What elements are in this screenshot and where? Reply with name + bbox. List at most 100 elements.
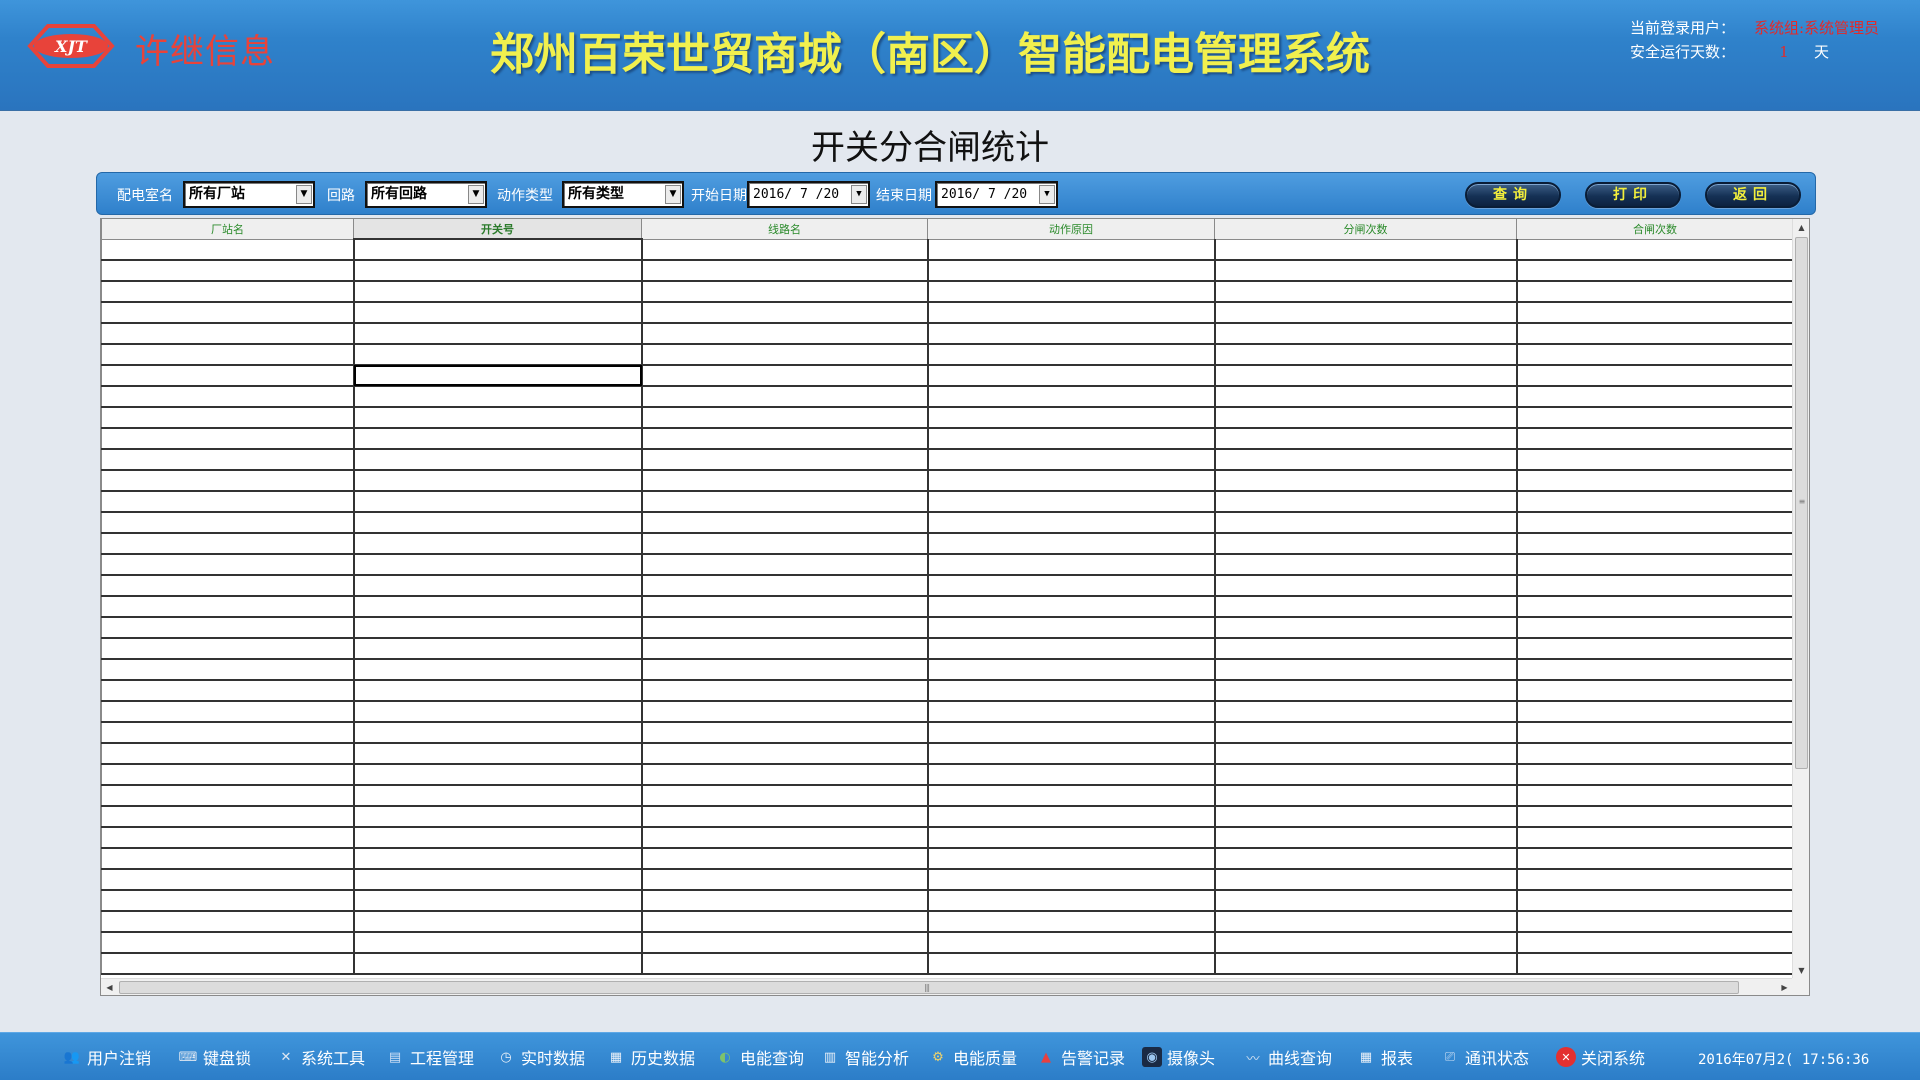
table-cell[interactable] xyxy=(1515,470,1793,492)
taskbar-item-users[interactable]: 👥 用户注销 xyxy=(62,1045,151,1069)
table-cell[interactable] xyxy=(1213,428,1518,450)
table-cell[interactable] xyxy=(352,764,643,786)
table-cell[interactable] xyxy=(640,827,929,849)
table-cell[interactable] xyxy=(1213,281,1518,303)
table-cell[interactable] xyxy=(352,722,643,744)
table-row[interactable] xyxy=(101,638,1793,660)
table-cell[interactable] xyxy=(926,260,1216,282)
table-cell[interactable] xyxy=(640,701,929,723)
horizontal-scroll-thumb[interactable]: ||| xyxy=(119,981,1739,994)
back-button[interactable]: 返回 xyxy=(1705,182,1801,208)
table-cell[interactable] xyxy=(101,239,355,261)
table-cell[interactable] xyxy=(352,344,643,366)
table-cell[interactable] xyxy=(1515,638,1793,660)
table-row[interactable] xyxy=(101,386,1793,408)
table-row[interactable] xyxy=(101,239,1793,261)
table-cell[interactable] xyxy=(352,743,643,765)
table-cell[interactable] xyxy=(1515,680,1793,702)
table-cell[interactable] xyxy=(1515,302,1793,324)
taskbar-item-project[interactable]: ▤ 工程管理 xyxy=(385,1045,474,1069)
table-cell[interactable] xyxy=(1213,701,1518,723)
table-cell[interactable] xyxy=(640,953,929,975)
table-row[interactable] xyxy=(101,848,1793,870)
table-cell[interactable] xyxy=(926,449,1216,471)
taskbar-item-alarm[interactable]: ▲ 告警记录 xyxy=(1036,1045,1125,1069)
table-cell[interactable] xyxy=(101,848,355,870)
table-cell[interactable] xyxy=(1213,491,1518,513)
chevron-down-icon[interactable]: ▼ xyxy=(468,185,484,204)
table-cell[interactable] xyxy=(1213,533,1518,555)
table-cell[interactable] xyxy=(1515,407,1793,429)
table-cell[interactable] xyxy=(926,575,1216,597)
table-cell[interactable] xyxy=(640,365,929,387)
table-cell[interactable] xyxy=(926,365,1216,387)
table-cell[interactable] xyxy=(352,491,643,513)
table-cell[interactable] xyxy=(1213,743,1518,765)
table-row[interactable] xyxy=(101,428,1793,450)
table-cell[interactable] xyxy=(101,743,355,765)
table-cell[interactable] xyxy=(640,554,929,576)
table-cell[interactable] xyxy=(1515,386,1793,408)
vertical-scrollbar[interactable]: ▲ ≡ ▼ xyxy=(1792,219,1809,979)
table-row[interactable] xyxy=(101,491,1793,513)
table-cell[interactable] xyxy=(1213,596,1518,618)
table-row[interactable] xyxy=(101,281,1793,303)
table-cell[interactable] xyxy=(101,806,355,828)
table-cell[interactable] xyxy=(101,617,355,639)
table-cell[interactable] xyxy=(352,596,643,618)
table-cell[interactable] xyxy=(1213,932,1518,954)
table-cell[interactable] xyxy=(352,701,643,723)
vertical-scroll-thumb[interactable]: ≡ xyxy=(1795,237,1808,769)
table-cell[interactable] xyxy=(1515,449,1793,471)
table-cell[interactable] xyxy=(926,869,1216,891)
table-cell[interactable] xyxy=(640,449,929,471)
table-cell[interactable] xyxy=(1213,722,1518,744)
table-cell[interactable] xyxy=(352,533,643,555)
table-cell[interactable] xyxy=(1515,932,1793,954)
table-cell[interactable] xyxy=(1515,554,1793,576)
table-cell[interactable] xyxy=(1213,239,1518,261)
table-cell[interactable] xyxy=(926,638,1216,660)
table-cell[interactable] xyxy=(1515,533,1793,555)
table-cell[interactable] xyxy=(1213,617,1518,639)
table-cell[interactable] xyxy=(352,617,643,639)
table-cell[interactable] xyxy=(1213,512,1518,534)
table-cell[interactable] xyxy=(640,470,929,492)
table-cell[interactable] xyxy=(1213,764,1518,786)
table-cell[interactable] xyxy=(926,491,1216,513)
table-cell[interactable] xyxy=(926,785,1216,807)
table-cell[interactable] xyxy=(640,785,929,807)
table-row[interactable] xyxy=(101,302,1793,324)
table-cell[interactable] xyxy=(101,722,355,744)
chevron-down-icon[interactable]: ▼ xyxy=(851,185,867,204)
scroll-down-icon[interactable]: ▼ xyxy=(1793,962,1810,979)
table-cell[interactable] xyxy=(640,596,929,618)
taskbar-item-analysis[interactable]: ▥ 智能分析 xyxy=(820,1045,909,1069)
taskbar-item-curve[interactable]: 〰曲线查询 xyxy=(1243,1045,1332,1069)
table-cell[interactable] xyxy=(926,281,1216,303)
table-cell[interactable] xyxy=(1213,953,1518,975)
table-cell[interactable] xyxy=(1213,323,1518,345)
query-button[interactable]: 查询 xyxy=(1465,182,1561,208)
table-cell[interactable] xyxy=(1515,323,1793,345)
table-row[interactable] xyxy=(101,764,1793,786)
table-cell[interactable] xyxy=(101,701,355,723)
table-cell[interactable] xyxy=(640,407,929,429)
table-row[interactable] xyxy=(101,806,1793,828)
table-row[interactable] xyxy=(101,932,1793,954)
table-row[interactable] xyxy=(101,953,1793,975)
table-cell[interactable] xyxy=(101,281,355,303)
table-cell[interactable] xyxy=(352,428,643,450)
table-cell[interactable] xyxy=(1515,785,1793,807)
table-cell[interactable] xyxy=(926,932,1216,954)
table-cell[interactable] xyxy=(640,491,929,513)
table-cell[interactable] xyxy=(640,281,929,303)
col-header-station[interactable]: 厂站名 xyxy=(101,219,354,240)
taskbar-item-tools[interactable]: ✕ 系统工具 xyxy=(276,1045,365,1069)
chevron-down-icon[interactable]: ▼ xyxy=(296,185,312,204)
table-cell[interactable] xyxy=(1213,470,1518,492)
table-cell[interactable] xyxy=(1213,575,1518,597)
taskbar-item-keyboard[interactable]: ⌨ 键盘锁 xyxy=(178,1045,251,1069)
table-cell[interactable] xyxy=(1515,659,1793,681)
table-cell[interactable] xyxy=(926,512,1216,534)
